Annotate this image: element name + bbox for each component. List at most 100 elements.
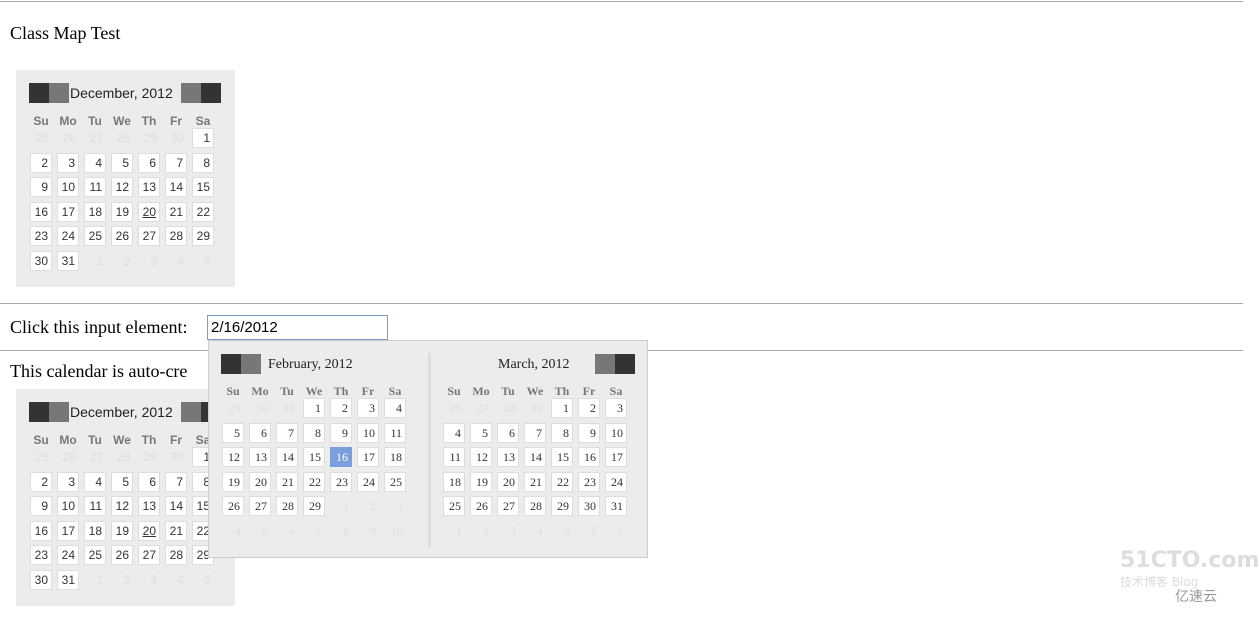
day-cell[interactable]: 3 bbox=[57, 471, 79, 492]
day-cell[interactable]: 25 bbox=[84, 545, 106, 566]
day-cell[interactable]: 22 bbox=[192, 201, 214, 222]
day-cell[interactable]: 8 bbox=[551, 422, 573, 443]
day-cell[interactable]: 13 bbox=[249, 447, 271, 468]
day-cell[interactable]: 20 bbox=[138, 520, 160, 541]
day-cell[interactable]: 30 bbox=[30, 570, 52, 590]
day-cell[interactable]: 14 bbox=[165, 177, 187, 198]
day-cell[interactable]: 4 bbox=[84, 152, 106, 173]
prev-year-button[interactable] bbox=[221, 354, 241, 374]
day-cell[interactable]: 24 bbox=[357, 471, 379, 492]
day-cell[interactable]: 10 bbox=[57, 496, 79, 517]
day-cell[interactable]: 7 bbox=[524, 422, 546, 443]
day-cell[interactable]: 19 bbox=[111, 201, 133, 222]
day-cell[interactable]: 14 bbox=[524, 447, 546, 468]
day-cell[interactable]: 11 bbox=[443, 447, 465, 468]
day-cell[interactable]: 15 bbox=[303, 447, 325, 468]
day-cell[interactable]: 2 bbox=[30, 152, 52, 173]
day-cell[interactable]: 12 bbox=[111, 177, 133, 198]
day-cell[interactable]: 27 bbox=[497, 496, 519, 517]
day-cell[interactable]: 13 bbox=[138, 496, 160, 517]
day-cell[interactable]: 7 bbox=[276, 422, 298, 443]
day-cell[interactable]: 31 bbox=[57, 570, 79, 590]
day-cell[interactable]: 16 bbox=[30, 520, 52, 541]
day-cell[interactable]: 30 bbox=[30, 251, 52, 271]
day-cell[interactable]: 11 bbox=[84, 496, 106, 517]
day-cell[interactable]: 4 bbox=[84, 471, 106, 492]
day-cell[interactable]: 21 bbox=[165, 520, 187, 541]
day-cell[interactable]: 24 bbox=[605, 471, 627, 492]
next-month-button[interactable] bbox=[181, 402, 201, 422]
day-cell[interactable]: 27 bbox=[249, 496, 271, 517]
day-cell[interactable]: 29 bbox=[303, 496, 325, 517]
day-cell[interactable]: 26 bbox=[111, 226, 133, 247]
day-cell[interactable]: 20 bbox=[138, 201, 160, 222]
day-cell[interactable]: 28 bbox=[524, 496, 546, 517]
day-cell[interactable]: 31 bbox=[57, 251, 79, 271]
day-cell[interactable]: 12 bbox=[111, 496, 133, 517]
day-cell[interactable]: 9 bbox=[330, 422, 352, 443]
day-cell[interactable]: 15 bbox=[192, 177, 214, 198]
day-cell[interactable]: 26 bbox=[470, 496, 492, 517]
day-cell[interactable]: 2 bbox=[30, 471, 52, 492]
day-cell[interactable]: 4 bbox=[384, 398, 406, 418]
day-cell[interactable]: 25 bbox=[384, 471, 406, 492]
day-cell[interactable]: 9 bbox=[30, 177, 52, 198]
day-cell[interactable]: 16 bbox=[578, 447, 600, 468]
day-cell[interactable]: 29 bbox=[551, 496, 573, 517]
day-cell[interactable]: 20 bbox=[497, 471, 519, 492]
day-cell[interactable]: 27 bbox=[138, 226, 160, 247]
day-cell[interactable]: 6 bbox=[138, 152, 160, 173]
day-cell[interactable]: 17 bbox=[605, 447, 627, 468]
day-cell[interactable]: 4 bbox=[443, 422, 465, 443]
day-cell[interactable]: 3 bbox=[57, 152, 79, 173]
day-cell[interactable]: 2 bbox=[330, 398, 352, 418]
day-cell[interactable]: 2 bbox=[578, 398, 600, 418]
prev-year-button[interactable] bbox=[29, 402, 49, 422]
day-cell[interactable]: 7 bbox=[165, 152, 187, 173]
day-cell[interactable]: 22 bbox=[551, 471, 573, 492]
day-cell[interactable]: 28 bbox=[276, 496, 298, 517]
day-cell[interactable]: 18 bbox=[84, 201, 106, 222]
day-cell[interactable]: 20 bbox=[249, 471, 271, 492]
day-cell[interactable]: 23 bbox=[30, 226, 52, 247]
day-cell[interactable]: 12 bbox=[222, 447, 244, 468]
day-cell[interactable]: 8 bbox=[192, 152, 214, 173]
day-cell[interactable]: 18 bbox=[84, 520, 106, 541]
day-cell[interactable]: 11 bbox=[384, 422, 406, 443]
day-cell[interactable]: 21 bbox=[165, 201, 187, 222]
next-month-button[interactable] bbox=[181, 83, 201, 103]
day-cell[interactable]: 5 bbox=[470, 422, 492, 443]
day-cell[interactable]: 28 bbox=[165, 545, 187, 566]
day-cell[interactable]: 1 bbox=[192, 128, 214, 148]
day-cell[interactable]: 16 bbox=[30, 201, 52, 222]
day-cell[interactable]: 6 bbox=[249, 422, 271, 443]
day-cell[interactable]: 17 bbox=[57, 520, 79, 541]
prev-month-button[interactable] bbox=[241, 354, 261, 374]
day-cell[interactable]: 13 bbox=[497, 447, 519, 468]
day-cell[interactable]: 14 bbox=[165, 496, 187, 517]
day-cell[interactable]: 13 bbox=[138, 177, 160, 198]
day-cell[interactable]: 27 bbox=[138, 545, 160, 566]
day-cell[interactable]: 29 bbox=[192, 226, 214, 247]
day-cell[interactable]: 31 bbox=[605, 496, 627, 517]
day-cell[interactable]: 19 bbox=[470, 471, 492, 492]
day-cell[interactable]: 17 bbox=[357, 447, 379, 468]
day-cell[interactable]: 19 bbox=[222, 471, 244, 492]
day-cell[interactable]: 26 bbox=[111, 545, 133, 566]
day-cell[interactable]: 21 bbox=[276, 471, 298, 492]
day-cell[interactable]: 18 bbox=[443, 471, 465, 492]
day-cell[interactable]: 18 bbox=[384, 447, 406, 468]
day-cell[interactable]: 17 bbox=[57, 201, 79, 222]
day-cell[interactable]: 11 bbox=[84, 177, 106, 198]
day-cell[interactable]: 23 bbox=[578, 471, 600, 492]
day-cell[interactable]: 22 bbox=[303, 471, 325, 492]
day-cell[interactable]: 30 bbox=[578, 496, 600, 517]
day-cell[interactable]: 24 bbox=[57, 226, 79, 247]
day-cell[interactable]: 5 bbox=[222, 422, 244, 443]
day-cell[interactable]: 10 bbox=[357, 422, 379, 443]
day-cell[interactable]: 1 bbox=[551, 398, 573, 418]
day-cell[interactable]: 25 bbox=[443, 496, 465, 517]
date-input[interactable] bbox=[207, 315, 388, 340]
day-cell[interactable]: 9 bbox=[30, 496, 52, 517]
day-cell[interactable]: 23 bbox=[30, 545, 52, 566]
